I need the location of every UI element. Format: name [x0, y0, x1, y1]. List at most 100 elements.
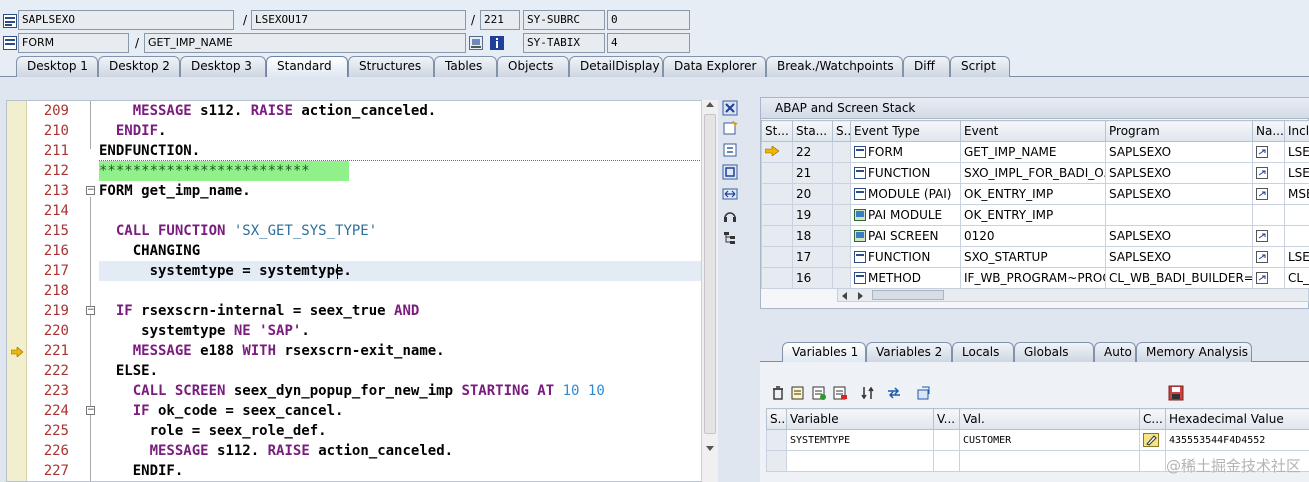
- column-header[interactable]: Variable: [786, 408, 934, 430]
- column-header[interactable]: Sta...: [792, 120, 833, 142]
- row-selector[interactable]: [832, 267, 851, 289]
- column-header[interactable]: C...: [1139, 408, 1166, 430]
- close-tool-icon[interactable]: [722, 100, 738, 116]
- row-selector[interactable]: [832, 141, 851, 163]
- tab-desktop-2[interactable]: Desktop 2: [98, 56, 180, 77]
- delete-row-icon[interactable]: [832, 385, 848, 401]
- variable-list-icon[interactable]: [790, 385, 806, 401]
- stack-hscrollbar[interactable]: [837, 288, 1309, 302]
- column-header[interactable]: Event Type: [850, 120, 961, 142]
- row-selector[interactable]: [832, 183, 851, 205]
- table-row[interactable]: 19 PAI MODULE OK_ENTRY_IMP: [761, 204, 1309, 226]
- variable-value-cell[interactable]: [959, 450, 1140, 472]
- table-row[interactable]: 16 METHOD IF_WB_PROGRAM~PROC... CL_WB_BA…: [761, 267, 1309, 289]
- navigate-cell[interactable]: [1252, 246, 1285, 268]
- resize-horizontal-icon[interactable]: [722, 186, 738, 202]
- column-header[interactable]: S...: [766, 408, 787, 430]
- navigate-icon[interactable]: [1256, 230, 1268, 242]
- navigate-icon[interactable]: [1256, 167, 1268, 179]
- navigate-cell[interactable]: [1252, 204, 1285, 226]
- column-header[interactable]: Val.: [959, 408, 1140, 430]
- row-selector[interactable]: [832, 162, 851, 184]
- block-name-field[interactable]: GET_IMP_NAME: [144, 33, 466, 53]
- scroll-right-arrow-icon[interactable]: [858, 292, 863, 300]
- table-row[interactable]: 22 FORM GET_IMP_NAME SAPLSEXO LSEX: [761, 141, 1309, 163]
- navigate-cell[interactable]: [1252, 225, 1285, 247]
- navigate-cell[interactable]: [1252, 183, 1285, 205]
- change-cell[interactable]: [1139, 450, 1166, 472]
- row-selector[interactable]: [832, 225, 851, 247]
- change-cell[interactable]: [1139, 429, 1166, 451]
- column-header[interactable]: V...: [933, 408, 960, 430]
- navigate-cell[interactable]: [1252, 267, 1285, 289]
- scroll-left-arrow-icon[interactable]: [842, 292, 847, 300]
- table-row[interactable]: SYSTEMTYPE CUSTOMER 435553544F4D4552: [766, 429, 1309, 451]
- column-header[interactable]: Inclu: [1284, 120, 1309, 142]
- column-header[interactable]: St...: [761, 120, 793, 142]
- variable-name-cell[interactable]: [786, 450, 934, 472]
- tab-standard[interactable]: Standard: [266, 56, 348, 77]
- row-selector[interactable]: [766, 429, 787, 451]
- swap-tool-icon[interactable]: [722, 142, 738, 158]
- tab-locals[interactable]: Locals: [952, 342, 1014, 362]
- tab-objects[interactable]: Objects: [497, 56, 569, 77]
- tab-tables[interactable]: Tables: [434, 56, 497, 77]
- column-header[interactable]: Program: [1105, 120, 1253, 142]
- tab-memory-analysis[interactable]: Memory Analysis: [1136, 342, 1252, 362]
- tabix-value[interactable]: 4: [607, 33, 690, 53]
- navigate-icon[interactable]: [1256, 272, 1268, 284]
- column-header[interactable]: Event: [960, 120, 1106, 142]
- row-selector[interactable]: [766, 450, 787, 472]
- include-field[interactable]: LSEXOU17: [251, 10, 466, 30]
- transfer-icon[interactable]: [886, 385, 902, 401]
- tab-data-explorer[interactable]: Data Explorer: [663, 56, 766, 77]
- new-tool-icon[interactable]: [722, 120, 738, 136]
- navigate-icon[interactable]: [1256, 146, 1268, 158]
- export-icon[interactable]: [916, 385, 932, 401]
- variable-value-cell[interactable]: CUSTOMER: [959, 429, 1140, 451]
- scroll-up-arrow-icon[interactable]: [706, 102, 714, 107]
- column-header[interactable]: Hexadecimal Value: [1165, 408, 1309, 430]
- tab-detail-display[interactable]: DetailDisplay: [569, 56, 663, 77]
- hex-value-cell[interactable]: 435553544F4D4552: [1165, 429, 1309, 451]
- edit-pencil-icon[interactable]: [1143, 432, 1159, 447]
- navigate-icon[interactable]: [1256, 251, 1268, 263]
- subrc-value[interactable]: 0: [607, 10, 690, 30]
- table-row[interactable]: 18 PAI SCREEN 0120 SAPLSEXO: [761, 225, 1309, 247]
- line-field[interactable]: 221: [480, 10, 520, 30]
- source-editor[interactable]: − − − 209 MESSAGE s112. RAISE action_can…: [6, 100, 718, 482]
- program-field[interactable]: SAPLSEXO: [18, 10, 234, 30]
- navigate-cell[interactable]: [1252, 162, 1285, 184]
- sort-icon[interactable]: [860, 385, 876, 401]
- column-header[interactable]: S...: [832, 120, 851, 142]
- tab-breakpoints[interactable]: Break./Watchpoints: [766, 56, 903, 77]
- table-row[interactable]: 17 FUNCTION SXO_STARTUP SAPLSEXO LSEX: [761, 246, 1309, 268]
- maximize-tool-icon[interactable]: [722, 164, 738, 180]
- tab-desktop-3[interactable]: Desktop 3: [180, 56, 266, 77]
- tab-variables-2[interactable]: Variables 2: [866, 342, 952, 362]
- structure-tool-icon[interactable]: [722, 230, 738, 246]
- table-row[interactable]: 21 FUNCTION SXO_IMPL_FOR_BADI_O... SAPLS…: [761, 162, 1309, 184]
- tab-diff[interactable]: Diff: [903, 56, 950, 77]
- navigate-icon[interactable]: [1256, 188, 1268, 200]
- scroll-down-arrow-icon[interactable]: [706, 446, 714, 451]
- navigate-cell[interactable]: [1252, 141, 1285, 163]
- tab-globals[interactable]: Globals: [1014, 342, 1094, 362]
- tab-script[interactable]: Script: [950, 56, 1010, 77]
- tab-variables-1[interactable]: Variables 1: [782, 342, 866, 362]
- column-header[interactable]: Na...: [1252, 120, 1285, 142]
- editor-scrollbar[interactable]: [701, 100, 718, 482]
- scroll-thumb[interactable]: [704, 114, 716, 434]
- variable-name-cell[interactable]: SYSTEMTYPE: [786, 429, 934, 451]
- table-row[interactable]: 20 MODULE (PAI) OK_ENTRY_IMP SAPLSEXO MS…: [761, 183, 1309, 205]
- delete-icon[interactable]: [770, 385, 786, 401]
- save-icon[interactable]: [1168, 385, 1184, 401]
- row-selector[interactable]: [832, 246, 851, 268]
- row-selector[interactable]: [832, 204, 851, 226]
- tab-auto[interactable]: Auto: [1094, 342, 1136, 362]
- tab-desktop-1[interactable]: Desktop 1: [16, 56, 98, 77]
- scroll-thumb[interactable]: [872, 290, 944, 300]
- info-icon[interactable]: [490, 36, 504, 50]
- insert-row-icon[interactable]: [811, 385, 827, 401]
- tab-structures[interactable]: Structures: [348, 56, 434, 77]
